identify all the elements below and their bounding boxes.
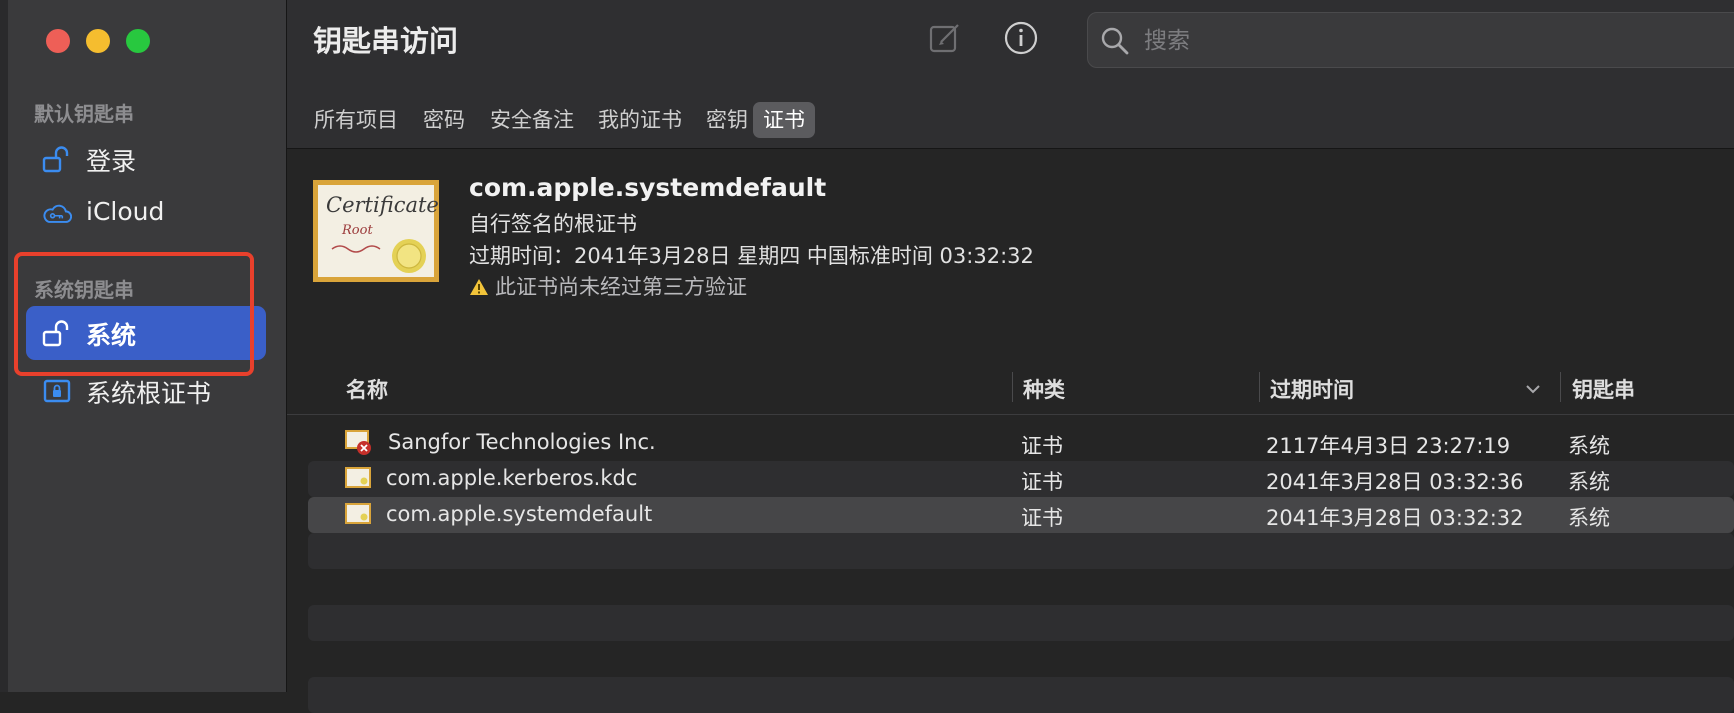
certificate-image-subtitle: Root — [341, 223, 373, 238]
column-header-kind[interactable]: 种类 — [1023, 374, 1065, 404]
certificate-warning-text: 此证书尚未经过第三方验证 — [495, 275, 747, 299]
sidebar: 默认钥匙串 登录 iCloud 系统钥匙串 系统 系统根证书 — [0, 0, 287, 692]
cell-name: com.apple.kerberos.kdc — [386, 466, 638, 490]
sidebar-item-icloud[interactable]: iCloud — [26, 187, 266, 241]
zoom-window-button[interactable] — [126, 29, 150, 53]
table-header: 名称 种类 过期时间 钥匙串 — [287, 364, 1734, 415]
certificate-warning: 此证书尚未经过第三方验证 — [469, 271, 747, 301]
compose-icon[interactable] — [927, 20, 963, 56]
tab-all-items[interactable]: 所有项目 — [304, 102, 408, 138]
warning-icon — [470, 279, 488, 295]
cell-keychain: 系统 — [1568, 470, 1610, 494]
empty-table-row — [308, 533, 1734, 569]
cell-expires: 2117年4月3日 23:27:19 — [1266, 434, 1511, 458]
empty-table-row — [308, 677, 1734, 713]
table-row[interactable]: com.apple.kerberos.kdc 证书 2041年3月28日 03:… — [308, 461, 1734, 497]
cell-keychain: 系统 — [1568, 434, 1610, 458]
certificate-large-icon: Certificate Root — [313, 180, 439, 282]
tab-my-certificates[interactable]: 我的证书 — [588, 102, 692, 138]
tab-passwords[interactable]: 密码 — [413, 102, 475, 138]
cell-expires: 2041年3月28日 03:32:36 — [1266, 470, 1524, 494]
search-field[interactable] — [1087, 12, 1734, 68]
cell-keychain: 系统 — [1568, 506, 1610, 530]
icloud-icon — [43, 204, 72, 223]
sort-chevron-down-icon[interactable] — [1525, 383, 1541, 395]
search-icon — [1101, 27, 1129, 55]
cell-kind: 证书 — [1021, 434, 1063, 458]
certificate-icon — [345, 503, 371, 524]
minimize-window-button[interactable] — [86, 29, 110, 53]
sidebar-item-label: iCloud — [86, 197, 165, 226]
highlight-annotation-box — [14, 252, 254, 376]
certificate-detail: Certificate Root com.apple.systemdefault… — [287, 149, 1734, 364]
window-title: 钥匙串访问 — [313, 24, 459, 58]
certificate-type: 自行签名的根证书 — [469, 212, 637, 236]
certificate-image-title: Certificate — [326, 193, 439, 217]
certificate-expiry: 过期时间：2041年3月28日 星期四 中国标准时间 03:32:32 — [469, 244, 1034, 268]
cell-expires: 2041年3月28日 03:32:32 — [1266, 506, 1524, 530]
empty-table-row — [308, 605, 1734, 641]
search-input[interactable] — [1142, 23, 1734, 59]
cell-name: Sangfor Technologies Inc. — [388, 430, 656, 454]
table-row[interactable]: Sangfor Technologies Inc. 证书 2117年4月3日 2… — [308, 425, 1734, 461]
certificate-invalid-icon — [345, 430, 371, 455]
tab-certificates[interactable]: 证书 — [753, 102, 815, 138]
sidebar-item-login[interactable]: 登录 — [26, 132, 266, 186]
cell-kind: 证书 — [1021, 470, 1063, 494]
sidebar-item-label: 登录 — [86, 147, 137, 176]
column-divider[interactable] — [1259, 372, 1260, 402]
lock-icon — [43, 379, 71, 403]
column-divider[interactable] — [1560, 372, 1561, 402]
column-header-keychain[interactable]: 钥匙串 — [1572, 374, 1635, 404]
column-header-name[interactable]: 名称 — [346, 374, 388, 404]
table-row[interactable]: com.apple.systemdefault 证书 2041年3月28日 03… — [308, 497, 1734, 533]
certificate-name: com.apple.systemdefault — [469, 173, 827, 202]
tab-secure-notes[interactable]: 安全备注 — [480, 102, 584, 138]
column-header-expires[interactable]: 过期时间 — [1270, 374, 1354, 404]
cell-kind: 证书 — [1021, 506, 1063, 530]
tab-keys[interactable]: 密钥 — [696, 102, 758, 138]
sidebar-edge — [0, 0, 8, 692]
certificate-icon — [345, 467, 371, 488]
toolbar: 钥匙串访问 所有项目 密码 安全备注 我的证书 密钥 证书 — [287, 0, 1734, 149]
section-default-keychains: 默认钥匙串 — [34, 102, 134, 126]
cell-name: com.apple.systemdefault — [386, 502, 653, 526]
close-window-button[interactable] — [46, 29, 70, 53]
column-divider[interactable] — [1012, 372, 1013, 402]
sidebar-item-label: 系统根证书 — [86, 379, 212, 408]
unlock-icon — [42, 146, 69, 173]
info-icon[interactable] — [1003, 20, 1039, 56]
